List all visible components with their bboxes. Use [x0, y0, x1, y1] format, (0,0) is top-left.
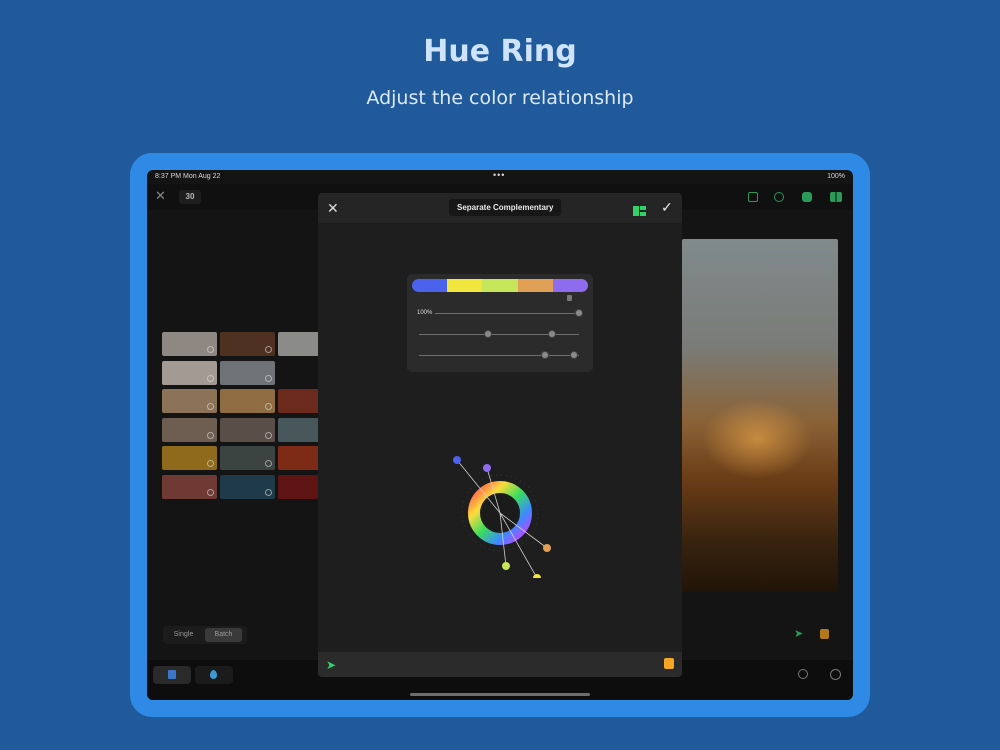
- batch-mode-button[interactable]: Batch: [205, 628, 242, 642]
- swatch-tile[interactable]: [162, 417, 217, 442]
- harmony-panel: 100%: [407, 274, 593, 372]
- swatch-badge-icon: [207, 346, 214, 353]
- swatch-badge-icon: [207, 374, 214, 382]
- swatch-tile[interactable]: [220, 332, 275, 356]
- slider-2-knob-2[interactable]: [547, 330, 556, 338]
- harmony-mode-button[interactable]: Separate Complementary: [449, 199, 562, 216]
- close-icon[interactable]: ✕: [327, 200, 339, 217]
- swatch-tile[interactable]: [220, 360, 275, 385]
- swatch-badge-icon: [207, 403, 214, 410]
- mode-toggle: Single Batch: [163, 626, 247, 644]
- hue-handle-3[interactable]: [533, 574, 541, 582]
- multitask-dots[interactable]: •••: [493, 170, 505, 180]
- hue-ring[interactable]: [448, 448, 558, 583]
- color-harmony-modal: ✕ Separate Complementary ✓ 100% ➤: [318, 193, 682, 677]
- share-icon[interactable]: ➤: [794, 627, 803, 640]
- palette-tab-icon: [168, 670, 176, 679]
- home-indicator: [410, 693, 590, 696]
- hue-handle-1[interactable]: [453, 456, 461, 464]
- slider-2-knob-1[interactable]: [483, 330, 492, 338]
- slider-track-1[interactable]: [435, 313, 579, 314]
- percent-label: 100%: [417, 310, 433, 316]
- palette-color-1[interactable]: [412, 279, 448, 292]
- swatch-tile[interactable]: [220, 446, 275, 470]
- palette-color-5[interactable]: [552, 279, 588, 292]
- palette-color-3[interactable]: [482, 279, 518, 292]
- swatch-tile[interactable]: [162, 474, 217, 499]
- bag-icon[interactable]: [664, 658, 674, 669]
- swatch-badge-icon: [265, 403, 272, 410]
- swatch-badge-icon: [265, 488, 272, 496]
- hue-handle-4[interactable]: [502, 562, 510, 570]
- swatch-tile[interactable]: [162, 360, 217, 385]
- swatch-tile[interactable]: [162, 389, 217, 413]
- swatch-tile[interactable]: [220, 417, 275, 442]
- slider-3-knob-2[interactable]: [570, 351, 579, 359]
- hue-handle-5[interactable]: [543, 544, 551, 552]
- swatch-badge-icon: [265, 374, 272, 382]
- settings-icon[interactable]: [830, 669, 841, 680]
- layout-icon[interactable]: [633, 203, 646, 216]
- slider-1-knob-1[interactable]: [575, 309, 583, 317]
- palette-color-2[interactable]: [447, 279, 483, 292]
- modal-footer: ➤: [318, 652, 682, 677]
- camera-icon[interactable]: [802, 192, 812, 202]
- drop-icon: [210, 670, 217, 679]
- modal-header: ✕ Separate Complementary ✓: [318, 193, 682, 223]
- preview-photo: [682, 239, 838, 592]
- palette-bar[interactable]: [412, 279, 588, 292]
- swatch-tile[interactable]: [220, 389, 275, 413]
- send-icon[interactable]: ➤: [326, 658, 336, 672]
- swatch-tile[interactable]: [162, 332, 217, 356]
- swatch-badge-icon: [265, 460, 272, 467]
- promo-subtitle: Adjust the color relationship: [366, 87, 634, 109]
- slider-3-knob-1[interactable]: [541, 351, 550, 359]
- close-icon[interactable]: ✕: [155, 188, 166, 204]
- swatch-badge-icon: [265, 431, 272, 439]
- swatch-badge-icon: [207, 431, 214, 439]
- hue-handle-2[interactable]: [483, 464, 491, 472]
- confirm-check-icon[interactable]: ✓: [661, 199, 673, 216]
- slider-track-3[interactable]: [419, 355, 579, 356]
- status-bar: 8:37 PM Mon Aug 22 ••• 100%: [147, 170, 853, 184]
- swatch-badge-icon: [265, 346, 272, 353]
- swatch-tile[interactable]: [220, 474, 275, 499]
- bag-icon[interactable]: [820, 629, 829, 639]
- promo-title: Hue Ring: [423, 34, 577, 69]
- lock-icon[interactable]: [567, 295, 572, 301]
- palette-color-4[interactable]: [517, 279, 553, 292]
- layout-icon[interactable]: [830, 192, 842, 202]
- search-icon[interactable]: [798, 669, 808, 679]
- copy-icon[interactable]: [748, 192, 758, 202]
- swatch-badge-icon: [207, 488, 214, 496]
- status-time: 8:37 PM Mon Aug 22: [155, 173, 221, 180]
- swatch-tile[interactable]: [162, 446, 217, 470]
- battery-level: 100%: [827, 173, 845, 180]
- swatch-badge-icon: [207, 460, 214, 467]
- image-count[interactable]: 30: [179, 190, 201, 204]
- single-mode-button[interactable]: Single: [165, 628, 202, 642]
- globe-icon[interactable]: [774, 192, 784, 202]
